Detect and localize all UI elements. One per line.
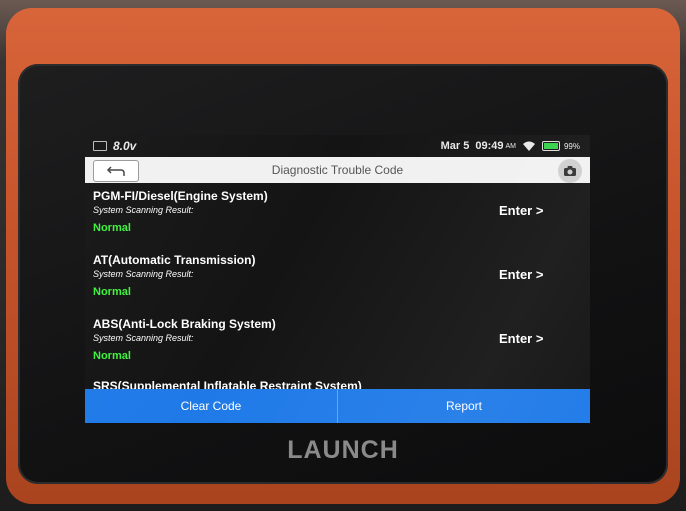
system-name: PGM-FI/Diesel(Engine System) bbox=[93, 189, 268, 203]
scan-result-label: System Scanning Result: bbox=[93, 333, 194, 343]
status-time: 09:49 bbox=[475, 140, 504, 152]
camera-icon bbox=[564, 166, 576, 176]
battery-icon bbox=[541, 141, 560, 151]
brand-logo: LAUNCH bbox=[287, 436, 399, 464]
bottom-action-bar: Clear Code Report bbox=[85, 389, 590, 423]
enter-button[interactable]: Enter > bbox=[499, 331, 543, 346]
page-title: Diagnostic Trouble Code bbox=[271, 163, 404, 177]
scan-result-value: Normal bbox=[93, 350, 131, 362]
report-button[interactable]: Report bbox=[338, 389, 590, 423]
scan-result-label: System Scanning Result: bbox=[93, 269, 194, 279]
status-date: Mar 5 bbox=[440, 140, 470, 152]
system-list: PGM-FI/Diesel(Engine System) System Scan… bbox=[85, 183, 590, 393]
enter-button[interactable]: Enter > bbox=[499, 267, 543, 282]
back-arrow-icon bbox=[106, 166, 125, 176]
system-name: ABS(Anti-Lock Braking System) bbox=[93, 317, 276, 331]
scan-result-label: System Scanning Result: bbox=[93, 205, 194, 215]
status-right: Mar 5 09:49 AM 99% bbox=[441, 140, 580, 152]
scan-result-value: Normal bbox=[93, 286, 131, 298]
status-bar: 8.0v Mar 5 09:49 AM 99% bbox=[85, 135, 590, 157]
enter-button[interactable]: Enter > bbox=[499, 203, 543, 218]
system-row: AT(Automatic Transmission) System Scanni… bbox=[85, 247, 590, 311]
voltage-readout: 8.0v bbox=[113, 139, 137, 153]
scan-result-value: Normal bbox=[93, 222, 131, 234]
status-ampm: AM bbox=[505, 142, 516, 150]
back-button[interactable] bbox=[93, 160, 139, 182]
system-row: ABS(Anti-Lock Braking System) System Sca… bbox=[85, 311, 590, 375]
vehicle-battery-icon bbox=[93, 141, 107, 151]
screenshot-button[interactable] bbox=[558, 159, 582, 183]
title-bar: Diagnostic Trouble Code bbox=[85, 157, 590, 183]
wifi-icon bbox=[522, 141, 535, 151]
clear-code-button[interactable]: Clear Code bbox=[85, 389, 337, 423]
battery-percent: 99% bbox=[563, 141, 580, 151]
device-screen: 8.0v Mar 5 09:49 AM 99% Diagnostic Troub… bbox=[85, 135, 590, 423]
system-row: PGM-FI/Diesel(Engine System) System Scan… bbox=[85, 183, 590, 247]
battery-indicator: 99% bbox=[541, 141, 580, 151]
system-name: AT(Automatic Transmission) bbox=[93, 253, 256, 267]
